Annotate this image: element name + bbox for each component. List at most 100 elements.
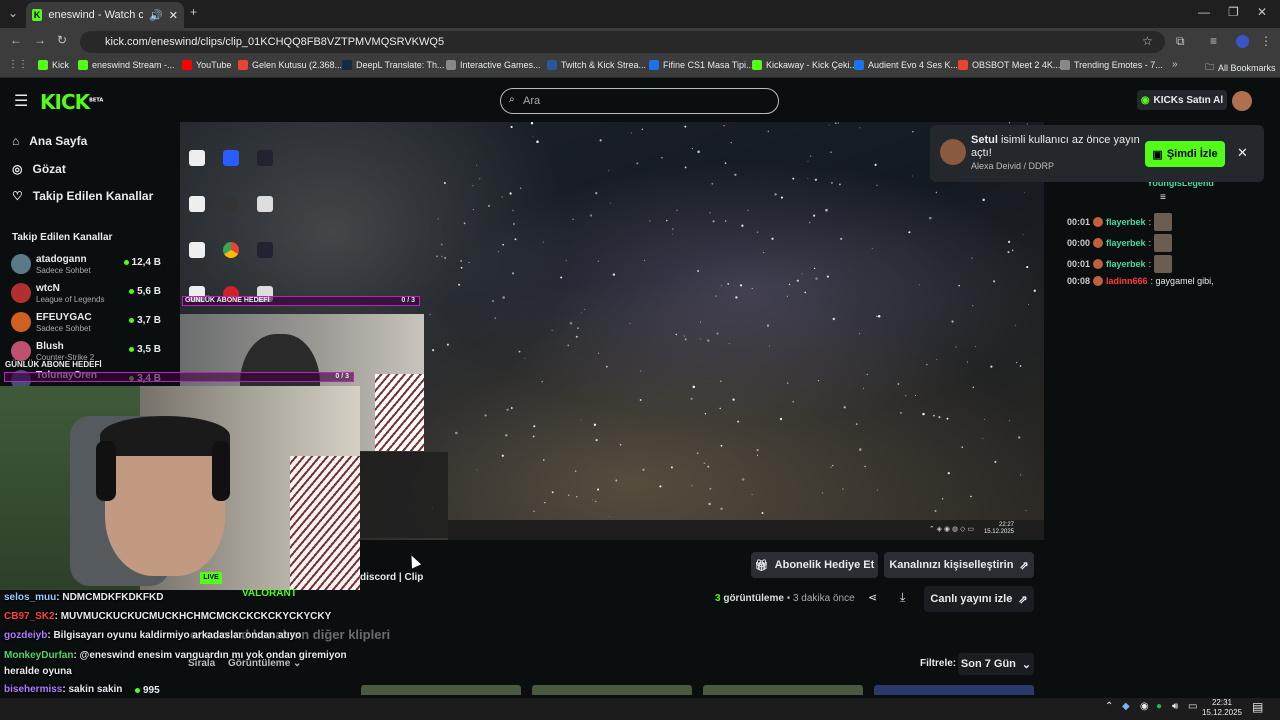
- all-bookmarks-label: All Bookmarks: [1218, 63, 1276, 73]
- chat-message: 00:01 flayerbek:: [1067, 213, 1173, 231]
- more-bookmarks-icon[interactable]: »: [1172, 59, 1178, 70]
- notification-close-icon[interactable]: ✕: [1237, 145, 1248, 161]
- tab-close-icon[interactable]: ✕: [169, 9, 178, 22]
- bookmark-item[interactable]: Twitch & Kick Strea...: [547, 60, 646, 70]
- bookmark-item[interactable]: Interactive Games...: [446, 60, 541, 70]
- profile-avatar[interactable]: [1236, 35, 1249, 48]
- followed-channel[interactable]: EFEUYGAC Sadece Sohbet 3,7 B: [11, 310, 161, 336]
- media-control-icon[interactable]: ≡: [1210, 34, 1217, 48]
- volume-icon[interactable]: 🔊︎: [1172, 701, 1178, 712]
- followed-channel[interactable]: atadogann Sadece Sohbet 12,4 B: [11, 252, 161, 278]
- bookmark-item[interactable]: Gelen Kutusu (2.368...: [238, 60, 342, 70]
- clip-thumbnail[interactable]: [874, 685, 1034, 695]
- bookmark-item[interactable]: Audient Evo 4 Ses K...: [854, 60, 958, 70]
- search-input[interactable]: ⌕ Ara: [500, 88, 779, 114]
- star: [704, 413, 707, 415]
- nav-browse[interactable]: ◎ Gözat: [12, 162, 66, 176]
- bookmark-item[interactable]: Kick: [38, 60, 69, 70]
- tab-search-icon[interactable]: ⌄: [8, 6, 18, 20]
- star: [961, 446, 963, 449]
- followed-channel[interactable]: wtcN League of Legends 5,6 B: [11, 281, 161, 307]
- star: [484, 414, 487, 417]
- channel-avatar: [11, 312, 31, 332]
- star: [1026, 266, 1029, 269]
- star: [966, 361, 968, 363]
- nav-home[interactable]: ⌂ Ana Sayfa: [12, 134, 87, 148]
- star: [524, 357, 526, 359]
- extensions-icon[interactable]: ⧉: [1176, 34, 1185, 49]
- bookmark-item[interactable]: eneswind Stream -...: [78, 60, 175, 70]
- user-avatar[interactable]: [1232, 91, 1252, 111]
- heart-icon: ♡: [12, 189, 23, 203]
- star: [972, 386, 975, 389]
- star: [804, 291, 807, 294]
- chat-scroll-icon[interactable]: ≡: [1160, 192, 1166, 203]
- bookmark-label: eneswind Stream -...: [92, 60, 175, 70]
- back-icon[interactable]: ←: [10, 33, 22, 47]
- star: [720, 444, 723, 447]
- system-clock[interactable]: 22:31 15.12.2025: [1200, 698, 1244, 718]
- hamburger-menu-icon[interactable]: ☰: [14, 91, 28, 111]
- apps-icon[interactable]: ⋮⋮: [8, 59, 28, 70]
- network-icon[interactable]: ▭: [1188, 701, 1197, 712]
- bookmark-label: Fifine CS1 Masa Tipi...: [663, 60, 754, 70]
- star: [1015, 361, 1018, 364]
- kick-logo[interactable]: KICKBETA: [40, 90, 103, 114]
- new-tab-icon[interactable]: +: [190, 5, 197, 19]
- external-link-icon: ⇗: [1018, 593, 1028, 606]
- buy-kicks-button[interactable]: ◉ KICKs Satın Al: [1137, 90, 1227, 110]
- customize-channel-button[interactable]: Kanalınızı kişiselleştirin ⇗: [884, 552, 1034, 578]
- webcam-main: LIVE: [0, 386, 360, 590]
- star: [982, 198, 985, 202]
- clip-thumbnail[interactable]: [703, 685, 863, 695]
- url-field[interactable]: kick.com/eneswind/clips/clip_01KCHQQ8FB8…: [80, 31, 1165, 53]
- bookmark-item[interactable]: Fifine CS1 Masa Tipi...: [649, 60, 754, 70]
- bookmark-item[interactable]: OBSBOT Meet 2 4K...: [958, 60, 1060, 70]
- star: [696, 452, 699, 455]
- live-notification: Setul isimli kullanıcı az önce yayın açt…: [930, 125, 1264, 182]
- gift-sub-button[interactable]: 🎁︎ Abonelik Hediye Et: [751, 552, 878, 578]
- minimize-icon[interactable]: —: [1198, 5, 1210, 19]
- star: [502, 243, 504, 246]
- star: [840, 237, 843, 241]
- bookmark-item[interactable]: Trending Emotes - 7...: [1060, 60, 1163, 70]
- bookmark-item[interactable]: YouTube: [182, 60, 231, 70]
- nav-following[interactable]: ♡ Takip Edilen Kanallar: [12, 189, 153, 203]
- star: [615, 479, 618, 482]
- bookmark-label: Twitch & Kick Strea...: [561, 60, 647, 70]
- chat-username[interactable]: flayerbek: [1106, 238, 1146, 248]
- game-label[interactable]: VALORANT: [242, 588, 297, 599]
- star: [721, 285, 723, 287]
- watch-now-button[interactable]: ▣ Şimdi İzle: [1145, 141, 1225, 167]
- chat-username[interactable]: flayerbek: [1106, 217, 1146, 227]
- share-icon[interactable]: ⋖: [868, 591, 877, 604]
- chat-username[interactable]: ladinn666: [1106, 276, 1148, 286]
- sub-goal-label: GÜNLÜK ABONE HEDEFİ: [185, 297, 270, 304]
- clip-thumbnail[interactable]: [532, 685, 692, 695]
- filter-dropdown[interactable]: Son 7 Gün ⌄: [958, 653, 1034, 675]
- notification-center-icon[interactable]: ▤: [1252, 700, 1263, 714]
- bookmark-item[interactable]: Kickaway - Kick Çeki...: [752, 60, 857, 70]
- clip-thumbnail[interactable]: [361, 685, 521, 695]
- overlay-chat-user: gozdeiyb: [4, 630, 48, 641]
- download-icon[interactable]: ⤓: [900, 590, 905, 605]
- tray-chevron-icon[interactable]: ⌃: [1105, 701, 1113, 712]
- menu-icon[interactable]: ⋮: [1260, 34, 1272, 48]
- tray-app-icon[interactable]: ◆: [1122, 701, 1130, 712]
- spotify-tray-icon[interactable]: ●: [1156, 701, 1162, 712]
- browser-tab[interactable]: K eneswind - Watch clips on K 🔊 ✕: [26, 2, 184, 28]
- watch-live-button[interactable]: Canlı yayını izle ⇗: [924, 586, 1034, 612]
- all-bookmarks[interactable]: 🗀 All Bookmarks: [1205, 60, 1276, 76]
- close-window-icon[interactable]: ✕: [1257, 5, 1267, 19]
- star: [992, 280, 996, 283]
- discord-tray-icon[interactable]: ◉: [1140, 701, 1149, 712]
- star: [786, 295, 788, 297]
- bookmark-star-icon[interactable]: ☆: [1142, 34, 1153, 48]
- reload-icon[interactable]: ↻: [57, 33, 67, 47]
- forward-icon[interactable]: →: [34, 33, 46, 47]
- bookmark-item[interactable]: DeepL Translate: Th...: [342, 60, 445, 70]
- audio-icon[interactable]: 🔊: [149, 9, 163, 22]
- star: [897, 383, 900, 385]
- restore-icon[interactable]: ❐: [1228, 5, 1239, 19]
- chat-username[interactable]: flayerbek: [1106, 259, 1146, 269]
